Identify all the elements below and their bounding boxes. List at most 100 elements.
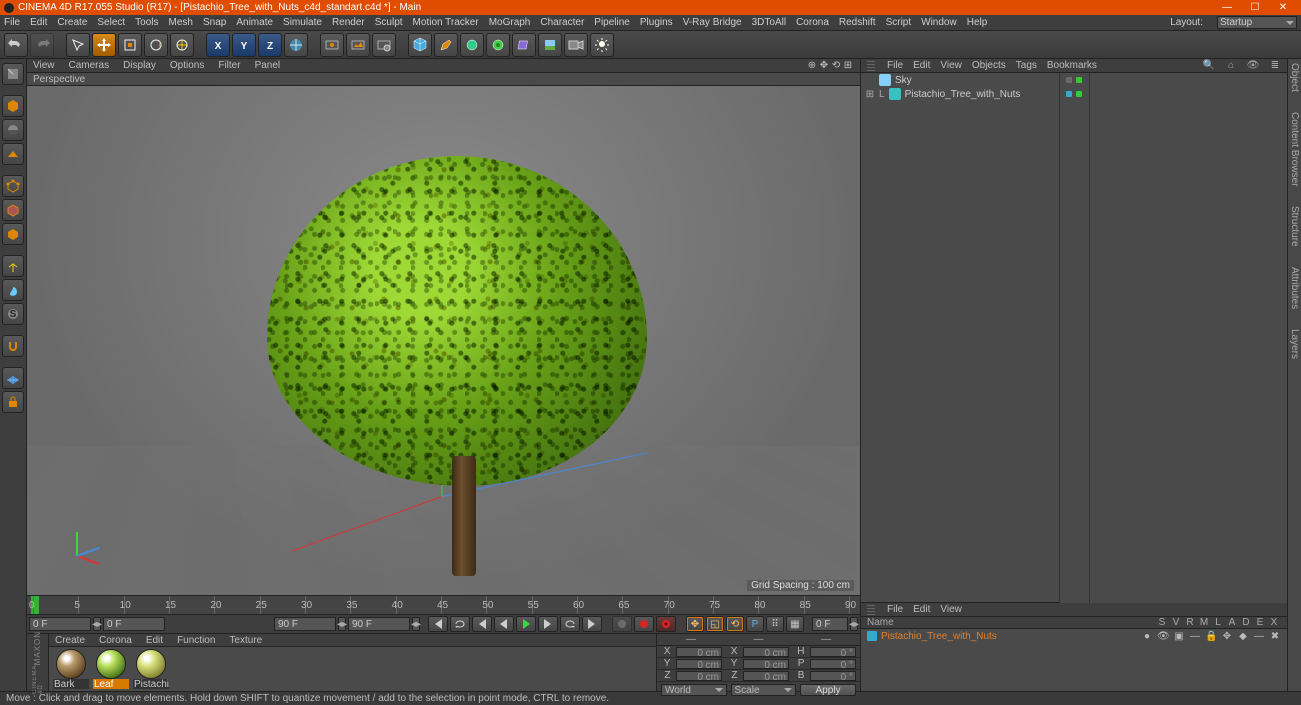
add-light-button[interactable] — [590, 33, 614, 57]
menu-help[interactable]: Help — [967, 17, 988, 28]
menu-snap[interactable]: Snap — [203, 17, 226, 28]
menu-mograph[interactable]: MoGraph — [489, 17, 531, 28]
menu-window[interactable]: Window — [921, 17, 957, 28]
attr-col-v[interactable]: V — [1169, 617, 1183, 628]
render-dot[interactable] — [1076, 77, 1082, 83]
material-item[interactable]: Pistachi — [133, 649, 169, 689]
attr-col-a[interactable]: A — [1225, 617, 1239, 628]
coord-apply-button[interactable]: Apply — [800, 684, 856, 696]
coord-rot-field[interactable]: 0 ° — [810, 671, 856, 681]
live-select-button[interactable] — [66, 33, 90, 57]
vmenu-filter[interactable]: Filter — [218, 60, 240, 71]
coord-pos-field[interactable]: 0 cm — [676, 671, 722, 681]
range-end-stepper[interactable]: ◂▸ — [412, 617, 420, 631]
object-row[interactable]: Sky — [861, 73, 1059, 87]
material-list[interactable]: BarkLeafPistachi — [49, 647, 656, 691]
object-row[interactable]: ⊞ L Pistachio_Tree_with_Nuts — [861, 87, 1059, 101]
close-button[interactable]: ✕ — [1269, 0, 1297, 15]
side-tab-attributes[interactable]: Attributes — [1289, 267, 1300, 309]
matmenu-texture[interactable]: Texture — [229, 635, 262, 646]
make-editable-button[interactable] — [2, 63, 24, 85]
layer-anim-icon[interactable]: ✥ — [1221, 631, 1233, 642]
minimize-button[interactable]: — — [1213, 0, 1241, 15]
key-pla-button[interactable]: ⠿ — [766, 616, 784, 632]
attr-col-e[interactable]: E — [1253, 617, 1267, 628]
key-all-button[interactable]: ▦ — [786, 616, 804, 632]
autokey-button[interactable] — [634, 616, 654, 632]
layer-manager-icon[interactable]: — — [1189, 631, 1201, 642]
viewport-nav-icons[interactable]: ⊕✥⟲⊞ — [806, 60, 854, 71]
menu-motiontracker[interactable]: Motion Tracker — [413, 17, 479, 28]
layer-item[interactable]: Pistachio_Tree_with_Nuts ● 👁 ▣ — 🔒 ✥ ◆ —… — [861, 629, 1287, 643]
axis-mode-button[interactable] — [2, 255, 24, 277]
snap-enable-button[interactable] — [2, 335, 24, 357]
eye-icon[interactable]: 👁 — [1247, 60, 1259, 72]
grip-icon[interactable] — [867, 605, 875, 615]
vmenu-view[interactable]: View — [33, 60, 55, 71]
visibility-dot[interactable] — [1066, 91, 1072, 97]
edge-mode-button[interactable] — [2, 199, 24, 221]
coord-mode-select[interactable]: World — [661, 684, 727, 696]
coord-pos-field[interactable]: 0 cm — [676, 659, 722, 669]
attrmenu-edit[interactable]: Edit — [913, 604, 930, 615]
attr-col-l[interactable]: L — [1211, 617, 1225, 628]
vmenu-panel[interactable]: Panel — [255, 60, 281, 71]
render-view-button[interactable] — [320, 33, 344, 57]
matmenu-edit[interactable]: Edit — [146, 635, 163, 646]
attrmenu-view[interactable]: View — [940, 604, 962, 615]
range-end-left-stepper[interactable]: ◂▸ — [338, 617, 346, 631]
layer-solo-icon[interactable]: ● — [1141, 631, 1153, 642]
workplane-button[interactable] — [2, 367, 24, 389]
key-param-button[interactable]: P — [746, 616, 764, 632]
record-button[interactable] — [612, 616, 632, 632]
expand-icon[interactable]: ⊞ — [865, 89, 875, 100]
loop-button[interactable] — [450, 616, 470, 632]
layer-lock-icon[interactable]: 🔒 — [1205, 631, 1217, 642]
key-pos-button[interactable]: ✥ — [686, 616, 704, 632]
coord-rot-field[interactable]: 0 ° — [810, 659, 856, 669]
objmenu-edit[interactable]: Edit — [913, 60, 930, 71]
viewport-solo-button[interactable]: S — [2, 303, 24, 325]
workplane-mode-button[interactable] — [2, 143, 24, 165]
coord-scale-select[interactable]: Scale — [731, 684, 797, 696]
keyframe-button[interactable] — [656, 616, 676, 632]
objmenu-tags[interactable]: Tags — [1016, 60, 1037, 71]
layer-render-icon[interactable]: ▣ — [1173, 631, 1185, 642]
polygon-mode-button[interactable] — [2, 223, 24, 245]
attr-col-x[interactable]: X — [1267, 617, 1281, 628]
undo-button[interactable] — [4, 33, 28, 57]
side-tab-layers[interactable]: Layers — [1289, 329, 1300, 359]
add-camera-button[interactable] — [564, 33, 588, 57]
tweak-mode-button[interactable] — [2, 279, 24, 301]
play-back-button[interactable] — [494, 616, 514, 632]
objmenu-view[interactable]: View — [940, 60, 962, 71]
goto-start-button[interactable] — [428, 616, 448, 632]
coord-size-field[interactable]: 0 cm — [743, 659, 789, 669]
objmenu-bookmarks[interactable]: Bookmarks — [1047, 60, 1097, 71]
model-mode-button[interactable] — [2, 95, 24, 117]
matmenu-corona[interactable]: Corona — [99, 635, 132, 646]
range-start-stepper[interactable]: ◂▸ — [93, 617, 101, 631]
rotate-button[interactable] — [144, 33, 168, 57]
menu-script[interactable]: Script — [886, 17, 912, 28]
menu-create[interactable]: Create — [57, 17, 87, 28]
attr-col-d[interactable]: D — [1239, 617, 1253, 628]
attr-col-m[interactable]: M — [1197, 617, 1211, 628]
objmenu-file[interactable]: File — [887, 60, 903, 71]
play-button[interactable] — [516, 616, 536, 632]
menu-character[interactable]: Character — [540, 17, 584, 28]
render-dot[interactable] — [1076, 91, 1082, 97]
objmenu-objects[interactable]: Objects — [972, 60, 1006, 71]
coord-rot-field[interactable]: 0 ° — [810, 647, 856, 657]
add-pen-button[interactable] — [434, 33, 458, 57]
menu-3dtoall[interactable]: 3DToAll — [752, 17, 786, 28]
layout-select[interactable]: Startup — [1217, 16, 1297, 29]
key-rot-button[interactable]: ⟲ — [726, 616, 744, 632]
range-end-field[interactable]: 90 F — [348, 617, 410, 631]
menu-mesh[interactable]: Mesh — [169, 17, 193, 28]
menu-pipeline[interactable]: Pipeline — [594, 17, 630, 28]
menu-corona[interactable]: Corona — [796, 17, 829, 28]
coord-size-field[interactable]: 0 cm — [743, 647, 789, 657]
layer-expr-icon[interactable]: — — [1253, 631, 1265, 642]
menu-simulate[interactable]: Simulate — [283, 17, 322, 28]
